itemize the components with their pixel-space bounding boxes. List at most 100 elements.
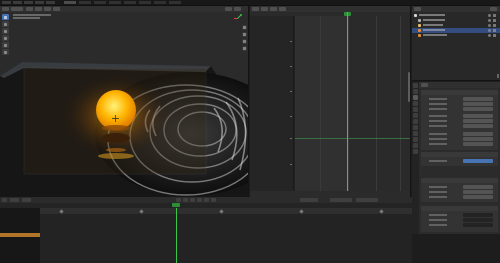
field-value[interactable] <box>463 124 493 128</box>
panel-custom[interactable] <box>421 206 498 232</box>
keying-menu[interactable] <box>22 198 31 202</box>
render-visibility-icon[interactable] <box>493 19 496 22</box>
field-value[interactable] <box>463 223 493 227</box>
render-visibility-icon[interactable] <box>493 34 496 37</box>
graph-editor[interactable] <box>250 6 411 197</box>
properties-tab-icon[interactable] <box>413 143 418 148</box>
filter-icon[interactable] <box>490 7 497 11</box>
scrollbar[interactable] <box>497 74 499 78</box>
scrollbar[interactable] <box>408 72 410 102</box>
field-value[interactable] <box>463 137 493 141</box>
visibility-icon[interactable] <box>488 29 491 32</box>
play-reverse-icon[interactable] <box>190 198 195 202</box>
start-frame-field[interactable] <box>330 198 352 202</box>
timeline[interactable] <box>0 197 412 263</box>
field-value[interactable] <box>463 159 493 163</box>
field-value[interactable] <box>463 190 493 194</box>
workspace-tab[interactable] <box>169 1 181 4</box>
editor-type-button[interactable] <box>252 7 259 11</box>
transform-icon[interactable] <box>2 42 9 48</box>
object-menu[interactable] <box>53 7 60 11</box>
panel-physics[interactable] <box>421 178 498 202</box>
properties-tab-icon[interactable] <box>413 113 418 118</box>
pan-icon[interactable] <box>242 32 247 37</box>
properties-editor[interactable] <box>412 82 500 234</box>
workspace-tab[interactable] <box>64 1 76 4</box>
axis-gizmo-icon[interactable] <box>233 14 242 23</box>
end-frame-field[interactable] <box>356 198 378 202</box>
workspace-tab[interactable] <box>94 1 106 4</box>
editor-type-button[interactable] <box>421 83 428 87</box>
outliner[interactable] <box>412 6 500 81</box>
rotate-icon[interactable] <box>2 28 9 34</box>
select-menu[interactable] <box>270 7 277 11</box>
channel-menu[interactable] <box>279 7 286 11</box>
editor-type-button[interactable] <box>2 7 9 11</box>
shading-button[interactable] <box>225 7 232 11</box>
select-menu[interactable] <box>35 7 42 11</box>
zoom-icon[interactable] <box>242 25 247 30</box>
camera-view-icon[interactable] <box>242 39 247 44</box>
scale-icon[interactable] <box>2 35 9 41</box>
channel-region[interactable] <box>250 16 294 197</box>
properties-tab-icon[interactable] <box>413 89 418 94</box>
panel-header[interactable] <box>421 152 498 157</box>
outliner-row-ground[interactable] <box>412 33 500 38</box>
field-value[interactable] <box>463 107 493 111</box>
field-value[interactable] <box>463 185 493 189</box>
visibility-icon[interactable] <box>488 24 491 27</box>
cursor-icon[interactable] <box>2 14 9 20</box>
play-icon[interactable] <box>197 198 202 202</box>
properties-tab-icon[interactable] <box>413 107 418 112</box>
editor-type-button[interactable] <box>2 198 7 202</box>
next-key-icon[interactable] <box>204 198 209 202</box>
panel-transform[interactable] <box>421 90 498 150</box>
editor-type-button[interactable] <box>414 7 421 11</box>
jump-start-icon[interactable] <box>176 198 181 202</box>
properties-tab-icon[interactable] <box>413 83 418 88</box>
panel-material[interactable] <box>421 152 498 166</box>
current-frame-field[interactable] <box>300 198 318 202</box>
prev-key-icon[interactable] <box>183 198 188 202</box>
playhead[interactable] <box>176 208 177 263</box>
shading-button[interactable] <box>234 7 241 11</box>
workspace-tab[interactable] <box>154 1 166 4</box>
add-menu[interactable] <box>44 7 51 11</box>
properties-tab-icon[interactable] <box>413 125 418 130</box>
menu-help[interactable] <box>46 1 55 4</box>
properties-tab-icon[interactable] <box>413 95 418 100</box>
move-icon[interactable] <box>2 21 9 27</box>
perspective-icon[interactable] <box>242 46 247 51</box>
playback-menu[interactable] <box>10 198 19 202</box>
properties-tab-icon[interactable] <box>413 131 418 136</box>
panel-header[interactable] <box>421 178 498 183</box>
visibility-icon[interactable] <box>488 14 491 17</box>
render-visibility-icon[interactable] <box>493 14 496 17</box>
panel-header[interactable] <box>421 206 498 211</box>
view-menu[interactable] <box>26 7 33 11</box>
field-value[interactable] <box>463 97 493 101</box>
workspace-tab[interactable] <box>109 1 121 4</box>
field-value[interactable] <box>463 218 493 222</box>
mode-select[interactable] <box>11 7 23 11</box>
jump-end-icon[interactable] <box>211 198 216 202</box>
field-value[interactable] <box>463 114 493 118</box>
workspace-tab[interactable] <box>124 1 136 4</box>
annotate-icon[interactable] <box>2 49 9 55</box>
menu-edit[interactable] <box>13 1 22 4</box>
visibility-icon[interactable] <box>488 19 491 22</box>
field-value[interactable] <box>463 102 493 106</box>
view-menu[interactable] <box>261 7 268 11</box>
panel-header[interactable] <box>421 90 498 95</box>
menu-render[interactable] <box>24 1 33 4</box>
timeline-body[interactable] <box>40 214 412 263</box>
field-value[interactable] <box>463 195 493 199</box>
field-value[interactable] <box>463 132 493 136</box>
menu-window[interactable] <box>35 1 44 4</box>
3d-cursor-icon[interactable] <box>112 115 119 122</box>
field-value[interactable] <box>463 213 493 217</box>
properties-tab-icon[interactable] <box>413 101 418 106</box>
3d-viewport[interactable] <box>0 6 249 197</box>
properties-tab-icon[interactable] <box>413 149 418 154</box>
current-frame-marker[interactable] <box>172 203 180 207</box>
